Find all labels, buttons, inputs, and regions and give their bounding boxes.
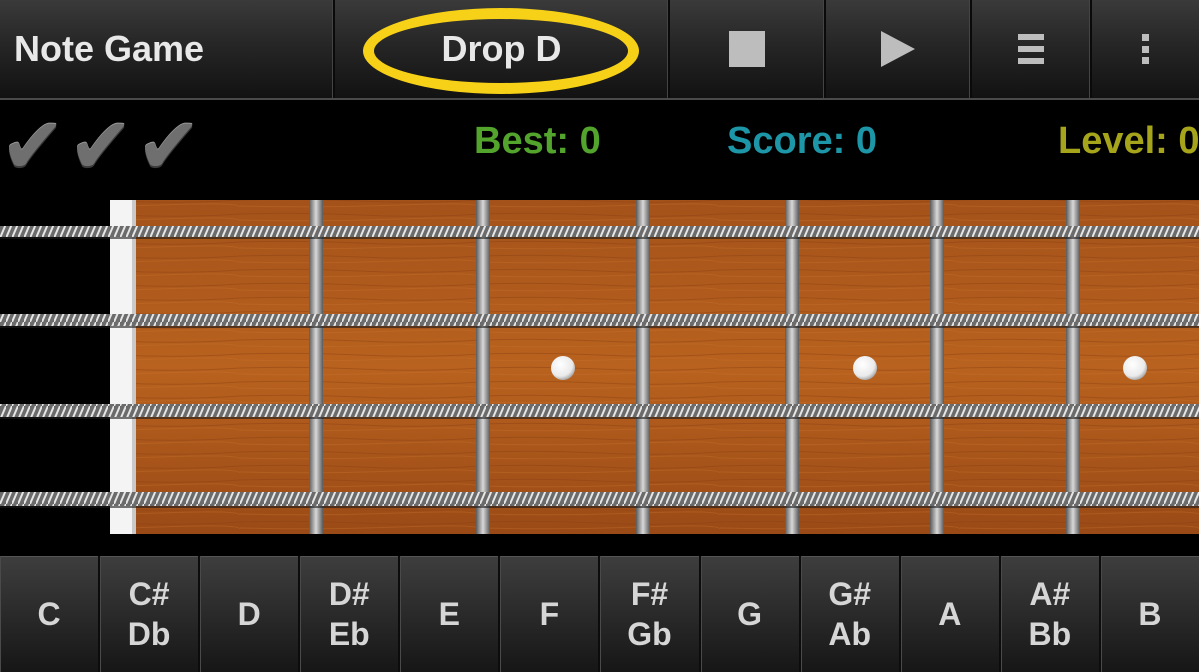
- list-icon: [1018, 34, 1044, 64]
- note-button-b[interactable]: B: [1100, 556, 1199, 672]
- note-label: D: [237, 596, 261, 632]
- checkmark-icon: ✔: [136, 102, 202, 192]
- play-button[interactable]: [826, 0, 972, 98]
- fret-3: [636, 200, 650, 534]
- fret-6: [1066, 200, 1080, 534]
- note-button-a[interactable]: A: [900, 556, 1001, 672]
- more-icon: [1142, 34, 1150, 64]
- note-label: G: [737, 596, 763, 632]
- stop-icon: [729, 31, 765, 67]
- note-label: A#: [1029, 576, 1071, 612]
- note-button-bar: C C# Db D D# Eb E F F# Gb G G# Ab A A# B…: [0, 556, 1199, 672]
- note-label: C#: [128, 576, 170, 612]
- note-label: F#: [630, 576, 669, 612]
- tuning-selector-button[interactable]: Drop D: [335, 0, 670, 98]
- inlay-dot-7: [1123, 356, 1147, 380]
- note-label: A: [938, 596, 962, 632]
- app-title: Note Game: [0, 0, 335, 98]
- list-button[interactable]: [972, 0, 1092, 98]
- note-label-alt: Gb: [627, 616, 672, 652]
- best-score: Best: 0: [474, 120, 601, 162]
- inlay-dot-3: [551, 356, 575, 380]
- note-label-alt: Bb: [1028, 616, 1072, 652]
- fret-5: [930, 200, 944, 534]
- checkmark-icon: ✔: [68, 102, 134, 192]
- note-label: E: [438, 596, 461, 632]
- fret-2: [476, 200, 490, 534]
- status-row: ✔ ✔ ✔ Best: 0 Score: 0 Level: 0: [0, 102, 1199, 188]
- tuning-label: Drop D: [441, 28, 562, 69]
- note-button-a-sharp[interactable]: A# Bb: [1000, 556, 1101, 672]
- fret-1: [309, 200, 323, 534]
- stop-button[interactable]: [670, 0, 826, 98]
- action-bar: Note Game Drop D: [0, 0, 1199, 100]
- play-icon: [881, 31, 915, 67]
- note-label: F: [539, 596, 560, 632]
- note-button-c[interactable]: C: [0, 556, 101, 672]
- note-button-c-sharp[interactable]: C# Db: [100, 556, 201, 672]
- string-4: [0, 492, 1199, 506]
- fretboard[interactable]: [0, 196, 1199, 540]
- note-button-e[interactable]: E: [400, 556, 501, 672]
- fret-4: [785, 200, 799, 534]
- note-label: C: [37, 596, 61, 632]
- level-indicator: Level: 0: [1058, 120, 1199, 162]
- note-label: B: [1138, 596, 1162, 632]
- note-button-f-sharp[interactable]: F# Gb: [600, 556, 701, 672]
- inlay-dot-5: [853, 356, 877, 380]
- note-label: G#: [828, 576, 871, 612]
- note-button-d-sharp[interactable]: D# Eb: [300, 556, 401, 672]
- string-3: [0, 404, 1199, 417]
- note-button-g-sharp[interactable]: G# Ab: [800, 556, 901, 672]
- note-button-f[interactable]: F: [500, 556, 601, 672]
- lives-checkmarks: ✔ ✔ ✔: [0, 102, 220, 188]
- note-button-g[interactable]: G: [700, 556, 801, 672]
- note-label: D#: [328, 576, 370, 612]
- note-button-d[interactable]: D: [200, 556, 301, 672]
- note-label-alt: Db: [127, 616, 171, 652]
- string-2: [0, 314, 1199, 326]
- note-label-alt: Eb: [328, 616, 370, 652]
- checkmark-icon: ✔: [0, 102, 66, 192]
- string-1: [0, 226, 1199, 237]
- note-label-alt: Ab: [828, 616, 871, 652]
- overflow-menu-button[interactable]: [1092, 0, 1199, 98]
- current-score: Score: 0: [727, 120, 877, 162]
- app-title-text: Note Game: [14, 28, 205, 69]
